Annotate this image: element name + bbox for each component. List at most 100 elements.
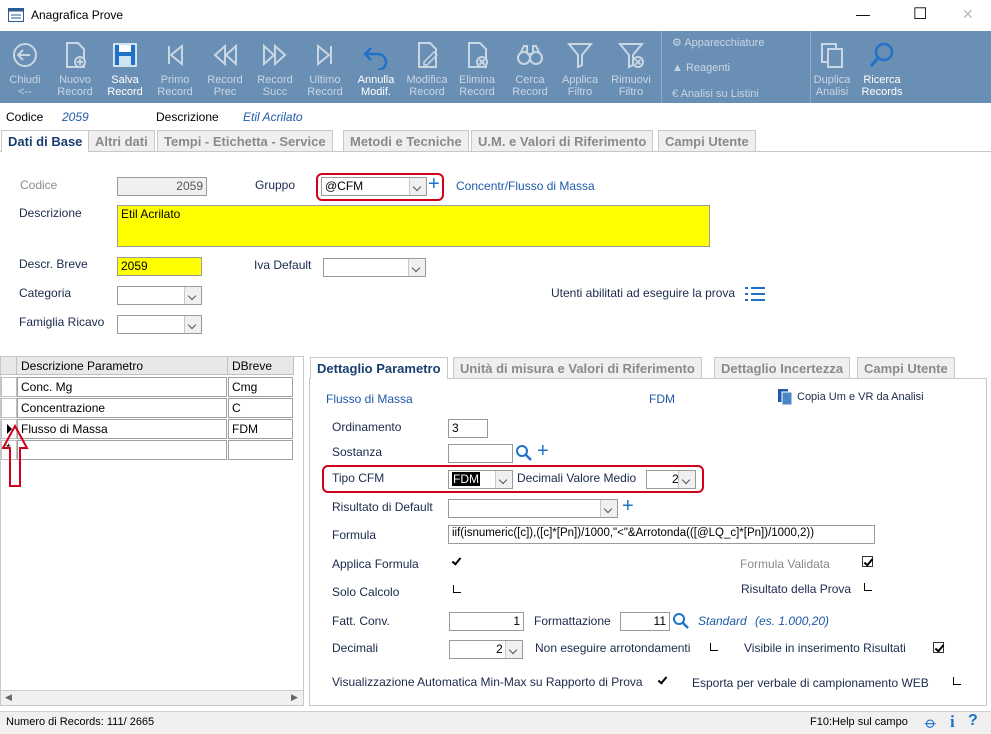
add-risultato-icon[interactable]: +	[622, 496, 634, 516]
copy-doc-icon[interactable]	[777, 388, 793, 406]
copia-um-button[interactable]: Copia Um e VR da Analisi	[797, 391, 924, 403]
maximize-button[interactable]: ☐	[913, 4, 927, 24]
tab-dati-base[interactable]: Dati di Base	[1, 130, 90, 152]
tab-altri-dati[interactable]: Altri dati	[88, 130, 155, 151]
search-icon[interactable]	[515, 444, 533, 462]
info-icon[interactable]: i	[950, 712, 955, 732]
codice-field: 2059	[117, 177, 207, 196]
tab-dettaglio-incertezza[interactable]: Dettaglio Incertezza	[714, 357, 851, 378]
minmax-label: Visualizzazione Automatica Min-Max su Ra…	[332, 675, 643, 689]
formattazione-field[interactable]: 11	[620, 612, 670, 631]
modifica-record-button[interactable]: Modifica Record	[402, 31, 452, 103]
applica-formula-checkbox[interactable]	[451, 556, 462, 567]
formula-field[interactable]: iif(isnumeric([c]),([c]*[Pn])/1000,"<"&A…	[448, 525, 875, 544]
risultato-default-select[interactable]	[448, 499, 618, 518]
tab-unita-misura[interactable]: Unità di misura e Valori di Riferimento	[453, 357, 702, 378]
add-sostanza-icon[interactable]: +	[537, 441, 549, 461]
minmax-checkbox[interactable]	[657, 675, 668, 686]
famiglia-select[interactable]	[117, 315, 202, 334]
row-selector[interactable]	[1, 398, 17, 418]
arrotondamenti-checkbox[interactable]	[710, 643, 718, 651]
undo-icon	[361, 40, 391, 72]
descr-breve-field[interactable]: 2059	[117, 257, 202, 276]
paperclip-icon[interactable]: ⌀	[920, 713, 941, 734]
ricerca-records-button[interactable]: Ricerca Records	[857, 31, 907, 103]
esporta-checkbox[interactable]	[953, 677, 961, 685]
fatt-conv-field[interactable]: 1	[449, 612, 524, 631]
scroll-left-icon[interactable]: ◀	[5, 692, 12, 703]
close-button[interactable]: ✕	[962, 6, 974, 23]
first-icon	[160, 40, 190, 70]
chevron-down-icon[interactable]	[184, 287, 201, 304]
row-selector[interactable]	[1, 377, 17, 397]
analisi-listini-button[interactable]: € Analisi su Listini	[672, 88, 759, 100]
solo-calcolo-checkbox[interactable]	[453, 585, 461, 593]
ordinamento-label: Ordinamento	[332, 420, 402, 434]
grid-horizontal-scrollbar[interactable]: ◀ ▶	[1, 690, 303, 705]
chevron-down-icon[interactable]	[600, 500, 617, 517]
new-row-breve[interactable]	[228, 440, 293, 460]
fatt-conv-label: Fatt. Conv.	[332, 614, 390, 628]
grid-header-dbreve[interactable]: DBreve	[228, 357, 294, 375]
tab-tempi[interactable]: Tempi - Etichetta - Service	[157, 130, 333, 151]
formula-validata-label: Formula Validata	[740, 557, 830, 571]
applica-filtro-button[interactable]: Applica Filtro	[556, 31, 604, 103]
salva-record-button[interactable]: Salva Record	[101, 31, 149, 103]
table-row-desc[interactable]: Concentrazione	[17, 398, 227, 418]
help-hint: F10:Help sul campo	[810, 716, 908, 728]
chiudi-button[interactable]: Chiudi <--	[1, 31, 49, 103]
iva-select[interactable]	[323, 258, 426, 277]
ordinamento-field[interactable]: 3	[448, 419, 488, 438]
visibile-checkbox[interactable]	[933, 642, 944, 653]
scroll-right-icon[interactable]: ▶	[291, 692, 298, 703]
visibile-label: Visibile in inserimento Risultati	[744, 641, 906, 655]
tab-campi-utente[interactable]: Campi Utente	[658, 130, 756, 151]
chevron-down-icon[interactable]	[408, 259, 425, 276]
nuovo-record-button[interactable]: Nuovo Record	[51, 31, 99, 103]
rimuovi-filtro-button[interactable]: Rimuovi Filtro	[606, 31, 656, 103]
gruppo-description: Concentr/Flusso di Massa	[456, 179, 595, 193]
search-icon[interactable]	[672, 612, 690, 630]
sostanza-label: Sostanza	[332, 445, 383, 459]
apparecchiature-button[interactable]: ⚙ Apparecchiature	[672, 36, 764, 49]
duplica-analisi-button[interactable]: Duplica Analisi	[808, 31, 856, 103]
gear-icon: ⚙	[672, 37, 682, 49]
tab-metodi[interactable]: Metodi e Tecniche	[343, 130, 469, 151]
new-row-desc[interactable]	[17, 440, 227, 460]
table-row-desc[interactable]: Conc. Mg	[17, 377, 227, 397]
cerca-record-button[interactable]: Cerca Record	[505, 31, 555, 103]
list-icon[interactable]	[744, 284, 766, 304]
ultimo-record-button[interactable]: Ultimo Record	[301, 31, 349, 103]
table-row-desc[interactable]: Flusso di Massa	[17, 419, 227, 439]
prev-icon	[210, 40, 240, 70]
formula-validata-checkbox[interactable]	[862, 556, 873, 567]
decimali-select[interactable]: 2	[449, 640, 523, 659]
help-icon[interactable]: ?	[968, 712, 978, 730]
tab-dettaglio-parametro[interactable]: Dettaglio Parametro	[310, 357, 448, 379]
tab-um-valori[interactable]: U.M. e Valori di Riferimento	[471, 130, 654, 151]
primo-record-button[interactable]: Primo Record	[151, 31, 199, 103]
minimize-button[interactable]: —	[856, 6, 870, 22]
tab-campi-utente-detail[interactable]: Campi Utente	[857, 357, 955, 378]
categoria-select[interactable]	[117, 286, 202, 305]
highlight-box	[322, 465, 704, 493]
grid-header-descrizione[interactable]: Descrizione Parametro	[17, 357, 228, 375]
sostanza-field[interactable]	[448, 444, 513, 463]
table-row-breve[interactable]: FDM	[228, 419, 293, 439]
chevron-down-icon[interactable]	[184, 316, 201, 333]
record-prec-button[interactable]: Record Prec	[201, 31, 249, 103]
reagenti-button[interactable]: ▲ Reagenti	[672, 62, 730, 74]
iva-label: Iva Default	[254, 258, 312, 272]
risultato-prova-checkbox[interactable]	[864, 583, 872, 591]
elimina-record-button[interactable]: Elimina Record	[453, 31, 501, 103]
chevron-down-icon[interactable]	[505, 641, 522, 658]
last-icon	[310, 40, 340, 70]
utenti-abilitati-label[interactable]: Utenti abilitati ad eseguire la prova	[551, 286, 735, 300]
annulla-modif-button[interactable]: Annulla Modif.	[352, 31, 400, 103]
new-doc-icon	[60, 40, 90, 70]
table-row-breve[interactable]: C	[228, 398, 293, 418]
codice-header-label: Codice	[6, 110, 44, 124]
descrizione-field[interactable]: Etil Acrilato	[117, 205, 710, 247]
record-succ-button[interactable]: Record Succ	[251, 31, 299, 103]
table-row-breve[interactable]: Cmg	[228, 377, 293, 397]
